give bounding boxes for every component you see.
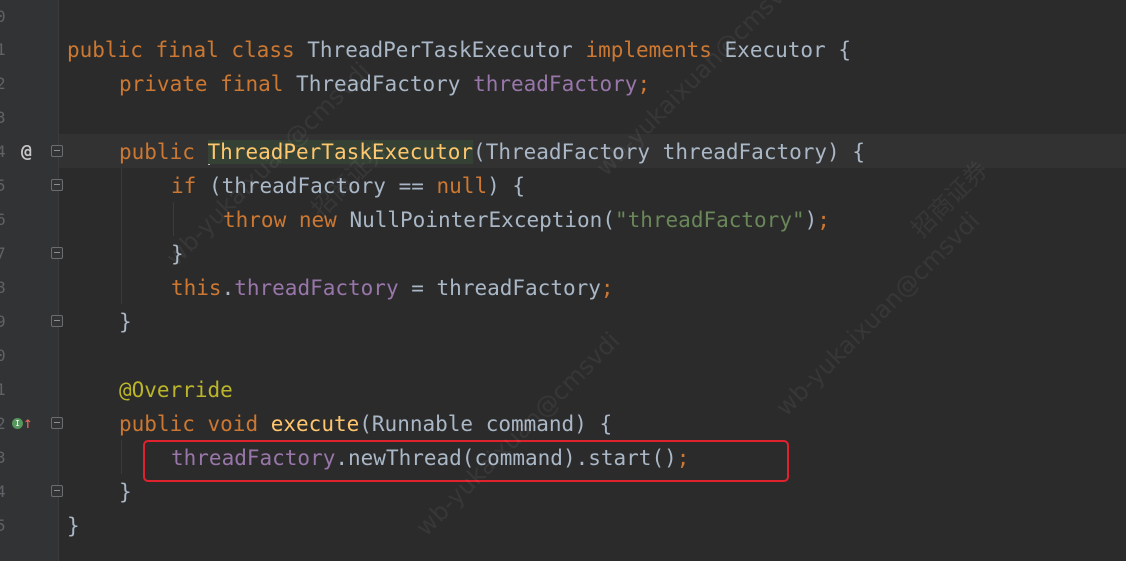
parameters: (Runnable command) { — [359, 412, 613, 436]
fold-toggle-icon[interactable] — [51, 315, 63, 327]
type-name: ThreadFactory — [296, 72, 461, 96]
string-literal: "threadFactory" — [614, 208, 805, 232]
constructor-name: ThreadPerTaskExecutor — [207, 140, 474, 164]
keyword: public — [119, 140, 195, 164]
field-name: threadFactory — [234, 276, 399, 300]
keyword: throw — [223, 208, 287, 232]
keyword: public — [119, 412, 195, 436]
brace: } — [67, 514, 80, 538]
indent-guide — [121, 440, 122, 474]
line-number: 5 — [0, 176, 6, 195]
semicolon: ; — [817, 208, 830, 232]
brace: { — [825, 38, 851, 62]
line-number: 7 — [0, 244, 6, 263]
line-number: 4 — [0, 142, 6, 161]
keyword: null — [436, 174, 488, 198]
semicolon: ; — [637, 72, 651, 96]
keyword: new — [298, 208, 337, 232]
red-highlight-box — [143, 440, 789, 482]
assignment: = threadFactory — [398, 276, 601, 300]
code-line-execute-method[interactable]: public void execute(Runnable command) { — [119, 407, 612, 441]
line-number: 5 — [0, 516, 6, 535]
watermark: wb-yukaixuan@cmsvdi — [770, 206, 986, 422]
code-line-class-declaration[interactable]: public final class ThreadPerTaskExecutor… — [67, 33, 851, 67]
code-line-close-method[interactable]: } — [119, 475, 132, 509]
code-line-field-declaration[interactable]: private final ThreadFactory threadFactor… — [119, 67, 650, 101]
line-number: 2 — [0, 414, 6, 433]
code-line-close-if[interactable]: } — [171, 237, 184, 271]
brace: } — [119, 480, 132, 504]
override-at-icon[interactable]: @ — [21, 135, 32, 169]
brace: } — [119, 310, 132, 334]
line-number: 8 — [0, 278, 6, 297]
exception-call: NullPointerException( — [336, 208, 615, 232]
fold-toggle-icon[interactable] — [51, 485, 63, 497]
indent-guide — [121, 168, 122, 304]
condition: (threadFactory == — [196, 174, 437, 198]
code-line-if[interactable]: if (threadFactory == null) { — [171, 169, 525, 203]
line-number: 1 — [0, 380, 6, 399]
interface-name: Executor — [724, 38, 826, 62]
keyword: implements — [585, 38, 712, 62]
code-line-assignment[interactable]: this.threadFactory = threadFactory; — [171, 271, 614, 305]
keyword: this — [171, 276, 222, 300]
line-number: 0 — [0, 7, 6, 26]
fold-toggle-icon[interactable] — [51, 145, 63, 157]
code-line-constructor[interactable]: public ThreadPerTaskExecutor(ThreadFacto… — [119, 135, 865, 169]
line-number: 0 — [0, 346, 6, 365]
keyword: void — [207, 412, 259, 436]
field-name: threadFactory — [473, 72, 638, 96]
code-line-annotation[interactable]: @Override — [119, 373, 233, 407]
keyword: class — [231, 38, 295, 62]
keyword: public — [67, 38, 143, 62]
editor-gutter[interactable]: 0 1 2 3 4 5 6 7 8 9 0 1 2 3 4 5 @ I ↑ — [0, 0, 63, 561]
method-name: execute — [270, 412, 360, 436]
line-number: 6 — [0, 210, 6, 229]
paren: ) — [804, 208, 818, 232]
dot: . — [221, 276, 235, 300]
implementing-method-icon[interactable]: I ↑ — [12, 406, 33, 440]
line-number: 9 — [0, 312, 6, 331]
line-number: 3 — [0, 448, 6, 467]
line-number: 2 — [0, 74, 6, 93]
parameters: (ThreadFactory threadFactory) { — [473, 140, 865, 164]
indent-guide — [173, 202, 174, 236]
fold-toggle-icon[interactable] — [51, 179, 63, 191]
brace: } — [171, 242, 184, 266]
code-line-close-class[interactable]: } — [67, 509, 80, 543]
keyword: final — [220, 72, 284, 96]
code-line-throw[interactable]: throw new NullPointerException("threadFa… — [223, 203, 830, 237]
fold-toggle-icon[interactable] — [51, 417, 63, 429]
condition-end: ) { — [487, 174, 526, 198]
semicolon: ; — [600, 276, 614, 300]
line-number: 1 — [0, 40, 6, 59]
keyword: if — [171, 174, 197, 198]
keyword: final — [155, 38, 219, 62]
class-name: ThreadPerTaskExecutor — [307, 38, 573, 62]
keyword: private — [119, 72, 208, 96]
fold-toggle-icon[interactable] — [51, 247, 63, 259]
code-line-close-constructor[interactable]: } — [119, 305, 132, 339]
code-editor[interactable]: 0 1 2 3 4 5 6 7 8 9 0 1 2 3 4 5 @ I ↑ pub… — [0, 0, 1126, 561]
annotation: @Override — [119, 378, 233, 402]
line-number: 4 — [0, 482, 6, 501]
line-number: 3 — [0, 108, 6, 127]
